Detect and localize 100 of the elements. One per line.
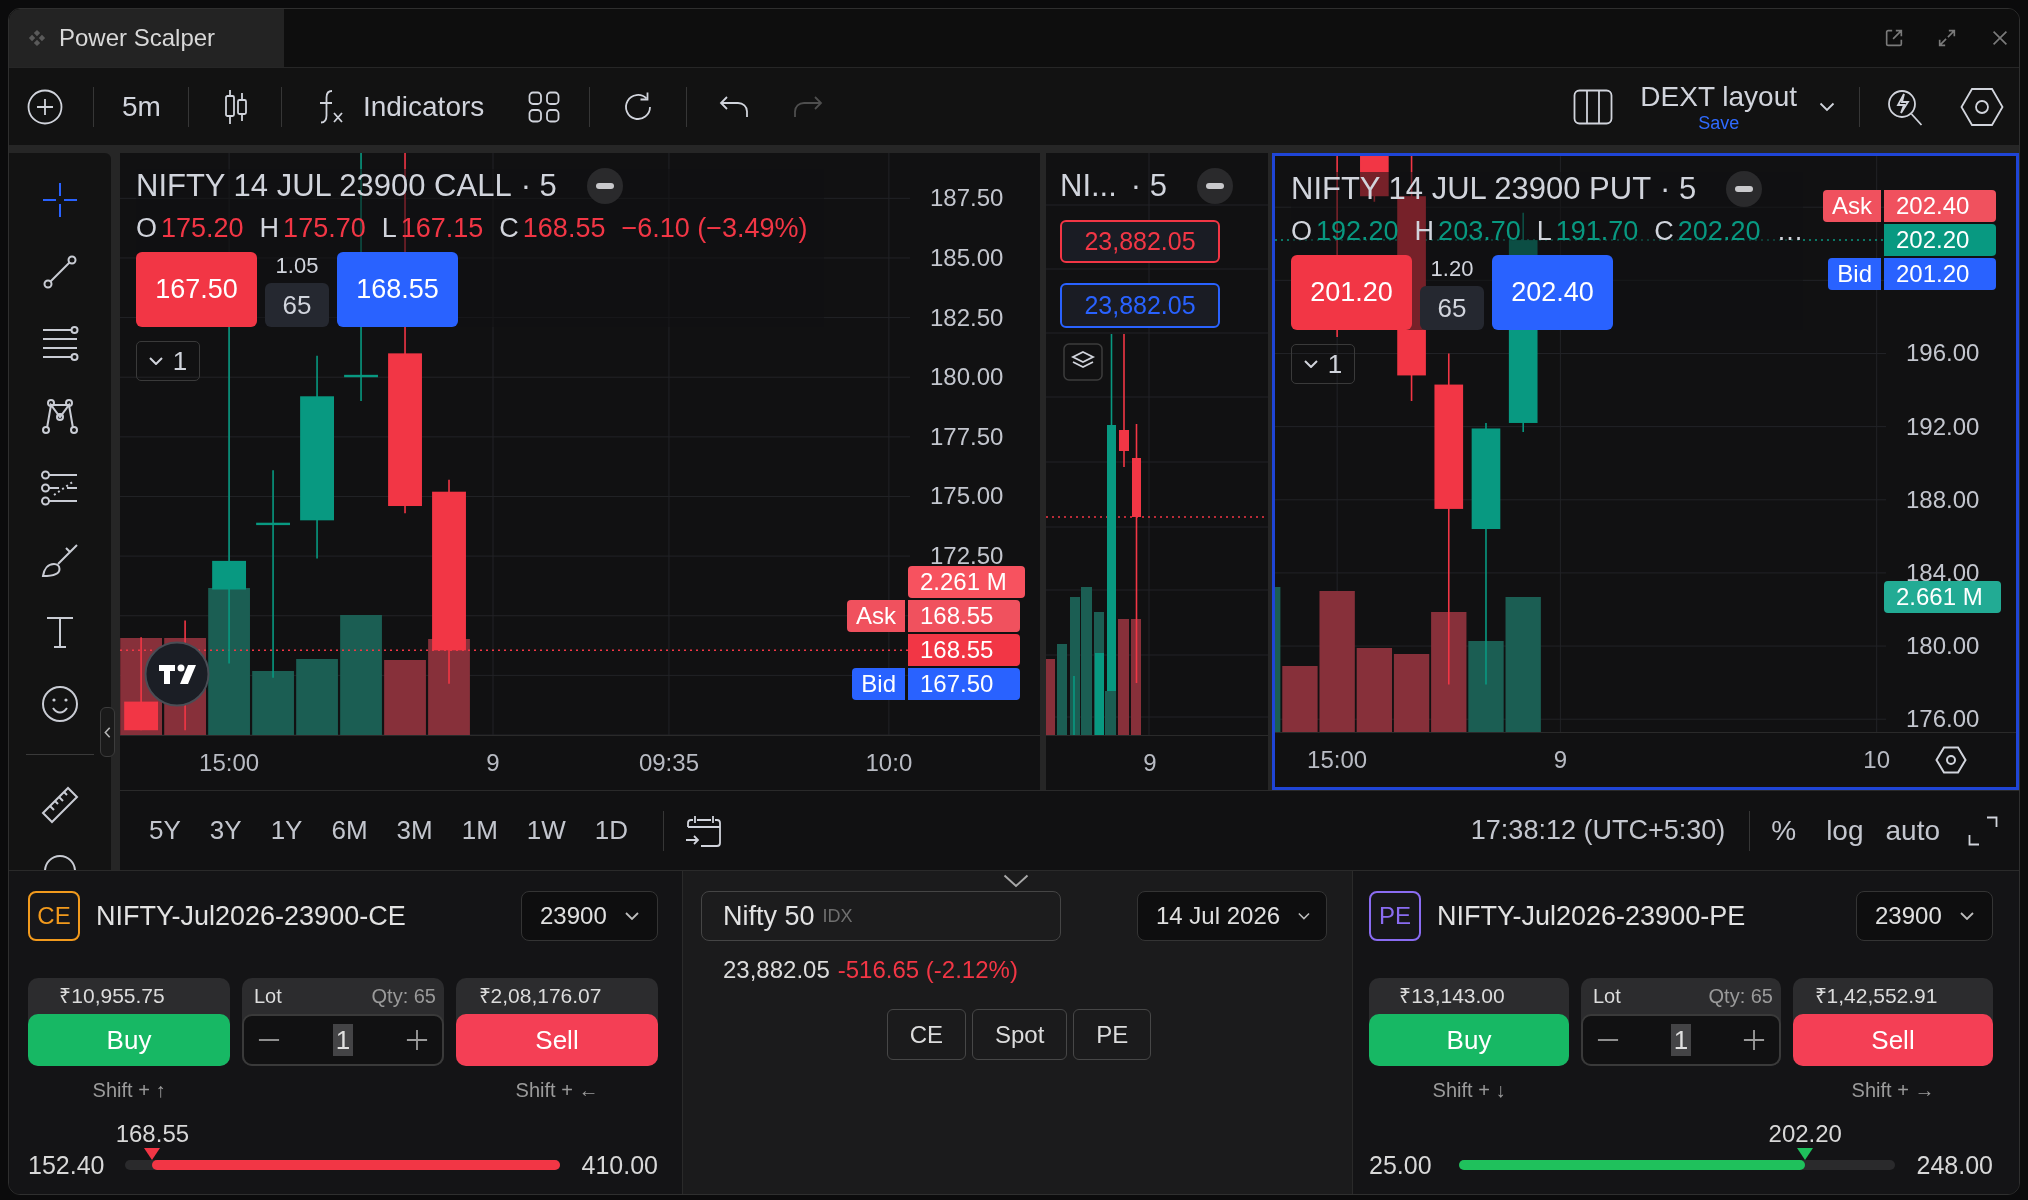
price-tick-label: 192.00: [1906, 416, 1980, 437]
time-label: 15:00: [199, 749, 260, 777]
price-tick-label: 172.50: [930, 546, 1004, 567]
price-tick-label: 185.00: [930, 247, 1004, 268]
caret-down-icon[interactable]: [1819, 101, 1835, 112]
quantity-label: Qty: 65: [1708, 984, 1773, 1008]
shortcut-hint: Shift + ↓: [1431, 1078, 1507, 1102]
scale-toggle[interactable]: log: [1818, 808, 1872, 853]
plus-icon[interactable]: [406, 1029, 428, 1051]
horizontal-lines-icon[interactable]: [40, 324, 80, 364]
range-tab[interactable]: 5Y: [138, 808, 192, 853]
margin-amount: ₹13,143.00: [1398, 983, 1506, 1009]
candles-icon[interactable]: [222, 87, 249, 126]
chevron-down-icon[interactable]: [1003, 874, 1029, 888]
interval-button[interactable]: 5m: [122, 90, 161, 123]
lot-label: Lot: [1593, 984, 1621, 1008]
price-label: 168.55: [908, 634, 1020, 667]
time-label: 15:00: [1307, 746, 1368, 774]
contract-name: NIFTY-Jul2026-23900-CE: [96, 900, 406, 932]
caret-down-icon: [1959, 912, 1974, 920]
margin-amount: ₹10,955.75: [58, 983, 166, 1009]
price-tick-label: 180.00: [930, 367, 1004, 388]
volume-label: 2.261 M: [908, 566, 1025, 599]
contract-type-tag: CE: [28, 891, 80, 941]
chevron-left-icon: [104, 725, 111, 739]
layout-button[interactable]: DEXT layout: [1640, 80, 1797, 113]
range-tab[interactable]: 1W: [515, 808, 577, 853]
strike-dropdown[interactable]: 23900: [1856, 891, 1993, 941]
lot-input[interactable]: 1: [333, 1024, 353, 1056]
price-label: 168.55: [908, 600, 1020, 633]
symbol-field[interactable]: Nifty 50 IDX: [701, 891, 1061, 941]
mode-tab[interactable]: Spot: [971, 1009, 1068, 1060]
current-price-value: 168.55: [115, 1120, 190, 1148]
margin-amount: ₹2,08,176.07: [477, 983, 603, 1009]
mode-tab[interactable]: PE: [1073, 1009, 1152, 1060]
price-label: 202.20: [1884, 224, 1996, 257]
strike-dropdown[interactable]: 23900: [521, 891, 658, 941]
collapse-button[interactable]: [100, 707, 115, 757]
plus-icon[interactable]: [1743, 1029, 1765, 1051]
scale-toggle[interactable]: auto: [1877, 808, 1948, 853]
settings-icon[interactable]: [1960, 86, 2004, 127]
contract-name: NIFTY-Jul2026-23900-PE: [1437, 900, 1746, 932]
columns-icon[interactable]: [1573, 88, 1614, 125]
range-low-value: 152.40: [28, 1150, 105, 1180]
add-circle-icon[interactable]: [27, 88, 63, 125]
shortcut-hint: Shift + →: [1850, 1078, 1936, 1102]
range-tab[interactable]: 6M: [320, 808, 379, 853]
contract-type-tag: PE: [1369, 891, 1421, 941]
range-low-value: 25.00: [1369, 1150, 1433, 1180]
undo-icon[interactable]: [718, 94, 751, 119]
caret-down-icon: [1298, 912, 1310, 920]
mode-tab[interactable]: CE: [886, 1009, 966, 1060]
range-high-value: 248.00: [1916, 1150, 1993, 1180]
price-tick-label: 188.00: [1906, 489, 1980, 510]
price-tick-label: 196.00: [1906, 343, 1980, 364]
price-tick-label: 187.50: [930, 188, 1004, 209]
range-tab[interactable]: 3Y: [198, 808, 253, 853]
expiry-dropdown[interactable]: 14 Jul 2026: [1137, 891, 1327, 941]
range-tab[interactable]: 1Y: [259, 808, 314, 853]
fullscreen-icon[interactable]: [1968, 815, 1998, 846]
parallel-lines-icon[interactable]: [40, 468, 80, 508]
range-tab[interactable]: 1D: [583, 808, 640, 853]
current-price-value: 202.20: [1768, 1120, 1842, 1148]
index-price: 23,882.05: [723, 956, 830, 984]
margin-amount: ₹1,42,552.91: [1813, 983, 1939, 1009]
range-high-value: 410.00: [581, 1150, 658, 1180]
index-change: -516.65 (-2.12%): [837, 956, 1018, 984]
time-label: 10:0: [865, 749, 913, 777]
sell-button[interactable]: Sell: [456, 1014, 658, 1066]
save-link[interactable]: Save: [1698, 112, 1740, 133]
zigzag-pattern-icon[interactable]: [40, 396, 80, 436]
indicators-button[interactable]: Indicators: [314, 88, 485, 125]
lot-label: Lot: [254, 984, 282, 1008]
volume-label: 2.661 M: [1884, 581, 2001, 613]
popout-icon[interactable]: [1883, 27, 1905, 49]
minus-icon[interactable]: [258, 1038, 280, 1042]
price-tick-label: 180.00: [1906, 636, 1980, 657]
expand-icon[interactable]: [1936, 27, 1958, 49]
price-label: 201.20: [1884, 258, 1996, 291]
shortcut-hint: Shift + ↑: [91, 1078, 167, 1102]
time-label: 10: [1863, 746, 1891, 774]
settings-icon[interactable]: [1935, 746, 1967, 774]
grid-icon[interactable]: [528, 90, 561, 123]
caret-down-icon: [624, 912, 639, 920]
ruler-icon[interactable]: [40, 785, 80, 825]
price-tick-label: 182.50: [930, 307, 1004, 328]
price-tick-label: 184.00: [1906, 562, 1980, 583]
price-tick-label: 177.50: [930, 426, 1004, 447]
range-tab[interactable]: 3M: [385, 808, 444, 853]
diamonds-icon: [28, 29, 46, 47]
scale-toggle[interactable]: %: [1763, 808, 1805, 853]
range-tab[interactable]: 1M: [450, 808, 509, 853]
smiley-icon[interactable]: [40, 684, 80, 724]
price-tick-label: 175.00: [930, 486, 1004, 507]
lot-input[interactable]: 1: [1671, 1024, 1691, 1056]
sell-button[interactable]: Sell: [1793, 1014, 1993, 1066]
price-tick-label: 176.00: [1906, 709, 1980, 730]
window-tab[interactable]: Power Scalper: [9, 9, 284, 67]
crosshair-icon[interactable]: [40, 180, 80, 220]
minus-icon[interactable]: [1597, 1038, 1619, 1042]
